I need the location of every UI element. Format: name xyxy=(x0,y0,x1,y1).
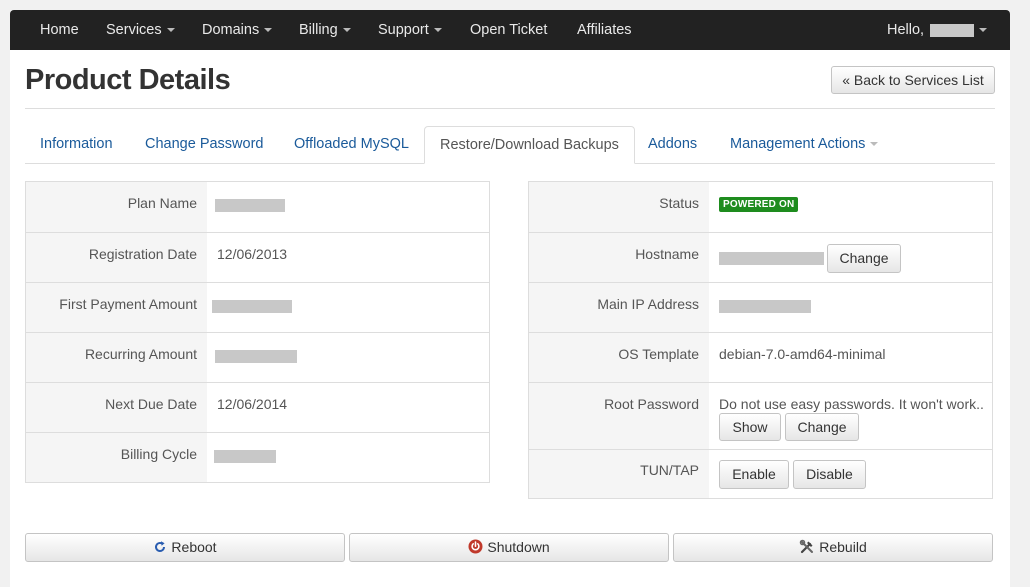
nav-home[interactable]: Home xyxy=(40,10,79,50)
table-row: Billing Cycle xyxy=(26,432,489,482)
change-password-button[interactable]: Change xyxy=(785,413,859,441)
nav-services-label: Services xyxy=(106,22,162,38)
status-badge: POWERED ON xyxy=(719,196,799,212)
tools-icon xyxy=(800,539,814,553)
nav-affiliates-label: Affiliates xyxy=(577,22,632,38)
rebuild-label: Rebuild xyxy=(819,539,867,555)
back-to-services-button[interactable]: « Back to Services List xyxy=(831,66,995,94)
tab-change-password[interactable]: Change Password xyxy=(130,126,279,163)
greeting-label: Hello, xyxy=(887,22,925,38)
billing-info-table: Plan Name Registration Date 12/06/2013 F… xyxy=(25,181,490,483)
title-divider xyxy=(25,108,995,109)
top-navbar: Home Services Domains Billing Support Op… xyxy=(10,10,1010,50)
redacted-value xyxy=(215,198,285,212)
nav-open-ticket[interactable]: Open Ticket xyxy=(470,10,547,50)
plan-name-label: Plan Name xyxy=(127,195,197,211)
table-row: Status POWERED ON xyxy=(529,182,992,232)
nav-home-label: Home xyxy=(40,22,79,38)
main-ip-label: Main IP Address xyxy=(597,296,699,312)
next-due-date-value: 12/06/2014 xyxy=(207,383,489,432)
tab-management-actions-label: Management Actions xyxy=(730,136,866,152)
chevron-down-icon xyxy=(264,28,273,33)
nav-billing[interactable]: Billing xyxy=(299,10,351,50)
next-due-date-label: Next Due Date xyxy=(105,396,197,412)
table-row: TUN/TAP Enable Disable xyxy=(529,449,992,498)
registration-date-value: 12/06/2013 xyxy=(207,233,489,282)
root-password-hint: Do not use easy passwords. It won't work… xyxy=(719,396,984,412)
plan-name-value xyxy=(207,182,489,232)
page-container: Product Details « Back to Services List … xyxy=(10,50,1010,587)
tuntap-value: Enable Disable xyxy=(709,450,992,498)
disable-tuntap-button[interactable]: Disable xyxy=(793,460,866,489)
tuntap-label: TUN/TAP xyxy=(640,462,699,478)
username-redacted xyxy=(930,23,975,37)
power-icon xyxy=(468,539,483,554)
table-row: Main IP Address xyxy=(529,282,992,332)
os-template-value: debian-7.0-amd64-minimal xyxy=(709,333,992,382)
status-value: POWERED ON xyxy=(709,182,992,232)
reboot-button[interactable]: Reboot xyxy=(25,533,345,562)
registration-date-label: Registration Date xyxy=(88,246,197,262)
tab-addons[interactable]: Addons xyxy=(633,126,712,163)
enable-tuntap-button[interactable]: Enable xyxy=(719,460,789,489)
table-row: OS Template debian-7.0-amd64-minimal xyxy=(529,332,992,382)
server-info-table: Status POWERED ON Hostname Change Main I… xyxy=(528,181,993,499)
shutdown-label: Shutdown xyxy=(487,539,550,555)
table-row: First Payment Amount xyxy=(26,282,489,332)
nav-domains-label: Domains xyxy=(202,22,260,38)
rebuild-button[interactable]: Rebuild xyxy=(673,533,993,562)
tab-management-actions[interactable]: Management Actions xyxy=(715,126,893,163)
chevron-down-icon xyxy=(166,28,175,33)
nav-services[interactable]: Services xyxy=(106,10,175,50)
tab-information[interactable]: Information xyxy=(25,126,128,163)
first-payment-label: First Payment Amount xyxy=(59,296,197,312)
table-row: Registration Date 12/06/2013 xyxy=(26,232,489,282)
nav-user-menu[interactable]: Hello, xyxy=(887,10,988,50)
nav-affiliates[interactable]: Affiliates xyxy=(577,10,632,50)
nav-support-label: Support xyxy=(378,22,429,38)
table-row: Root Password Do not use easy passwords.… xyxy=(529,382,992,449)
nav-open-ticket-label: Open Ticket xyxy=(470,22,548,38)
hostname-change-button[interactable]: Change xyxy=(827,244,901,273)
chevron-down-icon xyxy=(342,28,351,33)
billing-cycle-value xyxy=(207,433,489,482)
show-password-button[interactable]: Show xyxy=(719,413,781,441)
redacted-value xyxy=(212,299,292,313)
table-row: Hostname Change xyxy=(529,232,992,282)
table-row: Next Due Date 12/06/2014 xyxy=(26,382,489,432)
reboot-icon xyxy=(155,540,166,552)
redacted-value xyxy=(214,450,276,464)
status-label: Status xyxy=(659,195,699,211)
root-password-value: Do not use easy passwords. It won't work… xyxy=(709,383,992,449)
chevron-down-icon xyxy=(979,28,988,33)
hostname-label: Hostname xyxy=(635,246,699,262)
tab-bar: Information Change Password Offloaded My… xyxy=(25,126,995,164)
page-title: Product Details xyxy=(25,64,231,96)
redacted-value xyxy=(719,252,824,265)
tab-restore-download-backups[interactable]: Restore/Download Backups xyxy=(424,126,635,164)
root-password-label: Root Password xyxy=(604,396,699,412)
recurring-amount-value xyxy=(207,333,489,382)
table-row: Recurring Amount xyxy=(26,332,489,382)
nav-support[interactable]: Support xyxy=(378,10,442,50)
hostname-value: Change xyxy=(709,233,992,282)
redacted-value xyxy=(719,299,811,313)
nav-domains[interactable]: Domains xyxy=(202,10,273,50)
table-row: Plan Name xyxy=(26,182,489,232)
chevron-down-icon xyxy=(870,142,879,147)
tab-offloaded-mysql[interactable]: Offloaded MySQL xyxy=(279,126,424,163)
os-template-label: OS Template xyxy=(618,346,699,362)
nav-billing-label: Billing xyxy=(299,22,338,38)
billing-cycle-label: Billing Cycle xyxy=(120,446,197,462)
reboot-label: Reboot xyxy=(171,539,217,555)
first-payment-value xyxy=(207,283,489,332)
redacted-value xyxy=(215,349,297,363)
shutdown-button[interactable]: Shutdown xyxy=(349,533,669,562)
recurring-amount-label: Recurring Amount xyxy=(84,346,197,362)
main-ip-value xyxy=(709,283,992,332)
chevron-down-icon xyxy=(433,28,442,33)
